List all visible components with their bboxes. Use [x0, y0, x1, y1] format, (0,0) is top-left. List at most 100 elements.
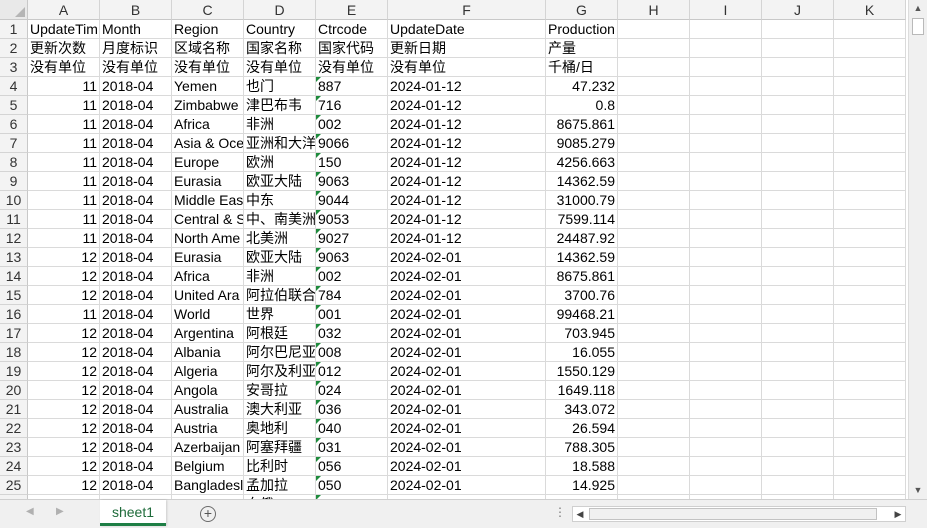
cell-g[interactable]: 703.945 — [546, 324, 618, 343]
cell-k[interactable] — [834, 476, 906, 495]
cell-b[interactable]: 2018-04 — [100, 476, 172, 495]
cell-b[interactable]: 2018-04 — [100, 115, 172, 134]
row-header[interactable]: 18 — [0, 343, 28, 362]
cell-b[interactable]: 月度标识 — [100, 39, 172, 58]
row-header[interactable]: 7 — [0, 134, 28, 153]
cell-d[interactable]: 国家名称 — [244, 39, 316, 58]
cell-b[interactable]: 2018-04 — [100, 210, 172, 229]
cell-i[interactable] — [690, 96, 762, 115]
cell-f[interactable]: 2024-02-01 — [388, 476, 546, 495]
select-all-corner[interactable] — [0, 0, 28, 20]
cell-k[interactable] — [834, 305, 906, 324]
cell-f[interactable]: 2024-02-01 — [388, 457, 546, 476]
cell-i[interactable] — [690, 267, 762, 286]
cell-d[interactable]: 没有单位 — [244, 58, 316, 77]
cell-i[interactable] — [690, 172, 762, 191]
cell-c[interactable]: Africa — [172, 267, 244, 286]
cell-e[interactable]: 国家代码 — [316, 39, 388, 58]
cell-i[interactable] — [690, 476, 762, 495]
cell-k[interactable] — [834, 248, 906, 267]
cell-e[interactable]: 9044 — [316, 191, 388, 210]
row-header[interactable]: 19 — [0, 362, 28, 381]
column-header-h[interactable]: H — [618, 0, 690, 20]
cell-d[interactable]: Country — [244, 20, 316, 39]
cell-g[interactable]: 0.8 — [546, 96, 618, 115]
cell-d[interactable]: 世界 — [244, 305, 316, 324]
cell-h[interactable] — [618, 134, 690, 153]
cell-c[interactable]: Eurasia — [172, 172, 244, 191]
cell-a[interactable]: 11 — [28, 134, 100, 153]
cell-h[interactable] — [618, 438, 690, 457]
cell-c[interactable]: Argentina — [172, 324, 244, 343]
cell-i[interactable] — [690, 115, 762, 134]
cell-f[interactable]: 2024-01-12 — [388, 229, 546, 248]
cell-f[interactable]: 2024-01-12 — [388, 172, 546, 191]
column-header-g[interactable]: G — [546, 0, 618, 20]
cell-f[interactable]: 2024-02-01 — [388, 343, 546, 362]
cell-i[interactable] — [690, 438, 762, 457]
cell-d[interactable]: 孟加拉 — [244, 476, 316, 495]
cell-e[interactable]: 784 — [316, 286, 388, 305]
cell-i[interactable] — [690, 77, 762, 96]
cell-e[interactable]: 002 — [316, 115, 388, 134]
cell-h[interactable] — [618, 77, 690, 96]
row-header[interactable]: 12 — [0, 229, 28, 248]
cell-f[interactable]: 没有单位 — [388, 58, 546, 77]
cell-a[interactable]: 11 — [28, 77, 100, 96]
cell-h[interactable] — [618, 229, 690, 248]
cell-a[interactable]: 11 — [28, 210, 100, 229]
cell-b[interactable]: 2018-04 — [100, 96, 172, 115]
cell-a[interactable]: 11 — [28, 153, 100, 172]
cell-g[interactable]: 788.305 — [546, 438, 618, 457]
cell-k[interactable] — [834, 58, 906, 77]
cell-b[interactable]: 2018-04 — [100, 172, 172, 191]
cell-k[interactable] — [834, 362, 906, 381]
cell-k[interactable] — [834, 153, 906, 172]
cell-e[interactable]: 031 — [316, 438, 388, 457]
cell-g[interactable]: 14.925 — [546, 476, 618, 495]
cell-e[interactable]: 036 — [316, 400, 388, 419]
cell-d[interactable]: 阿拉伯联合 — [244, 286, 316, 305]
cell-h[interactable] — [618, 476, 690, 495]
cell-j[interactable] — [762, 77, 834, 96]
cell-d[interactable]: 欧亚大陆 — [244, 248, 316, 267]
cell-e[interactable]: 9053 — [316, 210, 388, 229]
cell-k[interactable] — [834, 134, 906, 153]
cell-c[interactable]: North Ame — [172, 229, 244, 248]
cell-j[interactable] — [762, 400, 834, 419]
cell-a[interactable]: 12 — [28, 343, 100, 362]
cell-e[interactable]: 024 — [316, 381, 388, 400]
column-header-k[interactable]: K — [834, 0, 906, 20]
prev-sheet-icon[interactable]: ◀ — [26, 506, 34, 517]
cell-k[interactable] — [834, 419, 906, 438]
cell-j[interactable] — [762, 343, 834, 362]
cell-c[interactable]: Eurasia — [172, 248, 244, 267]
cell-e[interactable]: 056 — [316, 457, 388, 476]
cell-c[interactable]: Austria — [172, 419, 244, 438]
cell-h[interactable] — [618, 362, 690, 381]
column-header-a[interactable]: A — [28, 0, 100, 20]
cell-g[interactable]: 16.055 — [546, 343, 618, 362]
cell-a[interactable]: UpdateTim — [28, 20, 100, 39]
cell-j[interactable] — [762, 153, 834, 172]
cell-j[interactable] — [762, 324, 834, 343]
cell-b[interactable]: 2018-04 — [100, 77, 172, 96]
cell-k[interactable] — [834, 210, 906, 229]
cell-e[interactable]: 716 — [316, 96, 388, 115]
cell-i[interactable] — [690, 324, 762, 343]
cell-j[interactable] — [762, 286, 834, 305]
cell-b[interactable]: 2018-04 — [100, 381, 172, 400]
cell-b[interactable]: 2018-04 — [100, 419, 172, 438]
cell-k[interactable] — [834, 343, 906, 362]
cell-i[interactable] — [690, 153, 762, 172]
cell-a[interactable]: 12 — [28, 476, 100, 495]
cell-i[interactable] — [690, 343, 762, 362]
cell-b[interactable]: 2018-04 — [100, 324, 172, 343]
column-header-e[interactable]: E — [316, 0, 388, 20]
row-header[interactable]: 2 — [0, 39, 28, 58]
cell-a[interactable]: 12 — [28, 267, 100, 286]
cell-f[interactable]: 2024-01-12 — [388, 153, 546, 172]
cell-e[interactable]: 150 — [316, 153, 388, 172]
cell-d[interactable]: 非洲 — [244, 115, 316, 134]
cell-i[interactable] — [690, 305, 762, 324]
